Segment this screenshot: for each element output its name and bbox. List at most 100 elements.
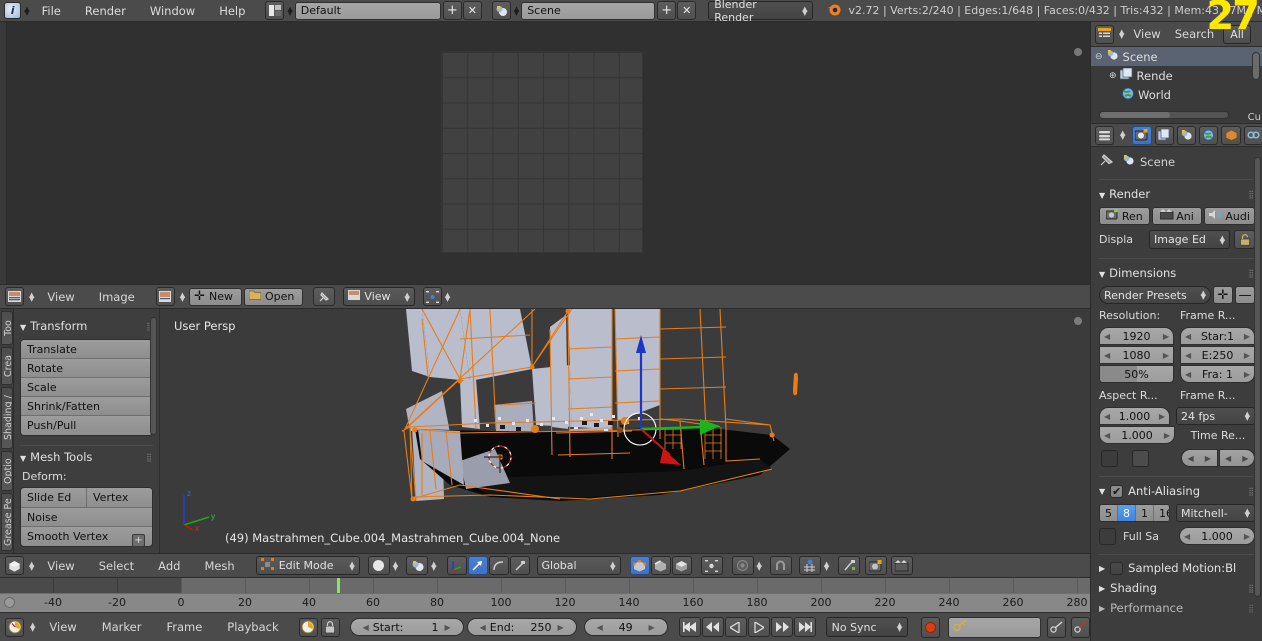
tab-options[interactable]: Optio: [1, 451, 13, 491]
menu-help[interactable]: Help: [207, 4, 257, 18]
increment-icon[interactable]: ▶: [1244, 332, 1250, 341]
scale-button[interactable]: Scale: [21, 378, 152, 397]
snap-target-spinner[interactable]: ▲ ▼: [824, 560, 829, 571]
sync-mode-select[interactable]: No Sync ▲ ▼: [825, 617, 909, 637]
open-image-button[interactable]: Open: [244, 287, 304, 306]
slide-edge-button[interactable]: Slide Ed: [21, 488, 87, 507]
toolshelf-expand-icon[interactable]: +: [132, 534, 145, 547]
timeline-scroll-knob[interactable]: [4, 597, 15, 608]
increment-icon[interactable]: ▶: [648, 623, 654, 632]
sampled-motion-blur-panel-header[interactable]: ▶ Sampled Motion:Bl: [1099, 561, 1255, 575]
image-editor-type-icon[interactable]: [5, 287, 24, 306]
aa-sample-11[interactable]: 1: [1136, 505, 1154, 521]
outliner-row-world[interactable]: World: [1091, 85, 1262, 104]
resolution-y-field[interactable]: ◀ 1080 ▶: [1099, 346, 1174, 364]
renderlayers-tab-icon[interactable]: [1154, 125, 1174, 145]
antialiasing-checkbox[interactable]: ✔: [1110, 484, 1124, 498]
timeline-editor-type-icon[interactable]: [5, 617, 24, 637]
increment-icon[interactable]: ▶: [1163, 332, 1169, 341]
add-screen-layout-icon[interactable]: +: [442, 1, 462, 20]
render-tab-icon[interactable]: [1132, 125, 1152, 145]
scale-manipulator-icon[interactable]: [488, 556, 509, 575]
outliner-menu-view[interactable]: View: [1126, 22, 1167, 46]
resolution-x-field[interactable]: ◀ 1920 ▶: [1099, 327, 1174, 345]
uv-pivot-spinner[interactable]: ▲ ▼: [445, 291, 450, 302]
outliner-row-renderlayers[interactable]: ⊕ Rende: [1091, 66, 1262, 85]
time-remap-new-field[interactable]: ◀ ▶: [1218, 449, 1255, 467]
jump-end-icon[interactable]: [793, 617, 816, 637]
toolshelf-scrollbar[interactable]: [150, 317, 157, 435]
frame-step-field[interactable]: ◀ Fra: 1 ▶: [1180, 365, 1255, 383]
render-audio-button[interactable]: Audi: [1204, 207, 1256, 225]
frame-rate-select[interactable]: 24 fps ▲ ▼: [1176, 407, 1255, 425]
active-keying-set-field[interactable]: [948, 616, 1041, 638]
pin-icon[interactable]: [1099, 153, 1114, 170]
translate-manipulator-icon[interactable]: [446, 556, 467, 575]
tab-shading[interactable]: Shading /: [1, 387, 13, 449]
increment-icon[interactable]: ▶: [1164, 431, 1170, 440]
jump-start-icon[interactable]: [678, 617, 701, 637]
viewport-menu-mesh[interactable]: Mesh: [193, 554, 245, 578]
opengl-render-icon[interactable]: [838, 556, 861, 575]
edge-select-icon[interactable]: [650, 556, 671, 575]
pivot-icon[interactable]: [406, 556, 429, 575]
transform-panel-header[interactable]: ▼Transform ⣿: [20, 319, 153, 333]
timeline-editor-type-spinner[interactable]: ▲ ▼: [30, 622, 35, 633]
scene-tab-icon[interactable]: [1176, 125, 1197, 145]
lock-icon[interactable]: [320, 617, 340, 637]
frame-start-field[interactable]: ◀ Start: 1 ▶: [349, 618, 464, 636]
outliner-editor-type-icon[interactable]: [1095, 24, 1114, 44]
frame-end-field[interactable]: ◀ E:250 ▶: [1180, 346, 1255, 364]
increment-icon[interactable]: ▶: [1163, 351, 1169, 360]
properties-editor-type-icon[interactable]: [1095, 125, 1114, 145]
decrement-icon[interactable]: ◀: [597, 623, 603, 632]
shading-panel-header[interactable]: ▶ Shading ⣿: [1099, 581, 1255, 595]
viewport-3d-canvas[interactable]: User Persp z y x (49) Mastrahmen_Cube.00…: [160, 309, 1090, 553]
delete-keyframe-icon[interactable]: [1071, 616, 1090, 638]
vertex-select-icon[interactable]: [629, 556, 650, 575]
play-reverse-icon[interactable]: [724, 617, 747, 637]
image-datablock-spinner[interactable]: ▲ ▼: [180, 291, 185, 302]
aa-samples-segmented[interactable]: 5 8 1 16: [1099, 504, 1170, 522]
scene-name-field[interactable]: Scene: [521, 1, 656, 20]
increment-icon[interactable]: ▶: [1244, 532, 1250, 541]
render-animation-button[interactable]: Ani: [1151, 207, 1203, 225]
outliner-editor-type-spinner[interactable]: ▲ ▼: [1119, 29, 1124, 40]
resolution-percentage-slider[interactable]: 50%: [1099, 365, 1174, 383]
snap-target-icon[interactable]: [798, 556, 821, 575]
decrement-icon[interactable]: ◀: [1185, 351, 1191, 360]
screen-layout-spinner[interactable]: ▲ ▼: [287, 5, 292, 16]
object-tab-icon[interactable]: [1221, 125, 1241, 145]
viewport-menu-view[interactable]: View: [36, 554, 85, 578]
pivot-spinner[interactable]: ▲ ▼: [431, 560, 436, 571]
constraints-tab-icon[interactable]: [1243, 125, 1262, 145]
face-select-icon[interactable]: [671, 556, 692, 575]
dimensions-panel-header[interactable]: ▼ Dimensions ⣿: [1099, 266, 1255, 280]
viewport-shading-spinner[interactable]: ▲ ▼: [393, 560, 398, 571]
step-forward-icon[interactable]: [770, 617, 793, 637]
outliner-horizontal-scrollbar[interactable]: [1099, 111, 1229, 119]
image-editor-canvas[interactable]: [0, 22, 1090, 284]
add-scene-icon[interactable]: +: [657, 1, 677, 20]
editor-type-spinner[interactable]: ▲ ▼: [29, 560, 34, 571]
decrement-icon[interactable]: ◀: [480, 623, 486, 632]
current-frame-field[interactable]: ◀ 49 ▶: [583, 618, 668, 636]
increment-icon[interactable]: ▶: [1159, 412, 1165, 421]
render-presets-select[interactable]: Render Presets ▲ ▼: [1099, 286, 1211, 304]
timeline-menu-marker[interactable]: Marker: [91, 615, 153, 639]
scene-spinner[interactable]: ▲ ▼: [514, 5, 519, 16]
image-datablock-icon[interactable]: [155, 287, 175, 306]
aa-filter-select[interactable]: Mitchell- ▲ ▼: [1176, 504, 1255, 522]
decrement-icon[interactable]: ◀: [1184, 532, 1190, 541]
viewport-menu-add[interactable]: Add: [147, 554, 191, 578]
delete-screen-layout-icon[interactable]: ✕: [462, 1, 482, 20]
interaction-mode-select[interactable]: Edit Mode ▲ ▼: [255, 556, 360, 575]
decrement-icon[interactable]: ◀: [1185, 370, 1191, 379]
uv-pivot-icon[interactable]: [422, 287, 442, 306]
solid-shading-icon[interactable]: [367, 556, 390, 575]
time-remap-old-field[interactable]: ◀ ▶: [1181, 449, 1218, 467]
blender-logo-icon[interactable]: i: [4, 2, 22, 19]
properties-scrollbar[interactable]: [1254, 157, 1261, 597]
decrement-icon[interactable]: ◀: [1104, 351, 1110, 360]
decrement-icon[interactable]: ◀: [1185, 332, 1191, 341]
